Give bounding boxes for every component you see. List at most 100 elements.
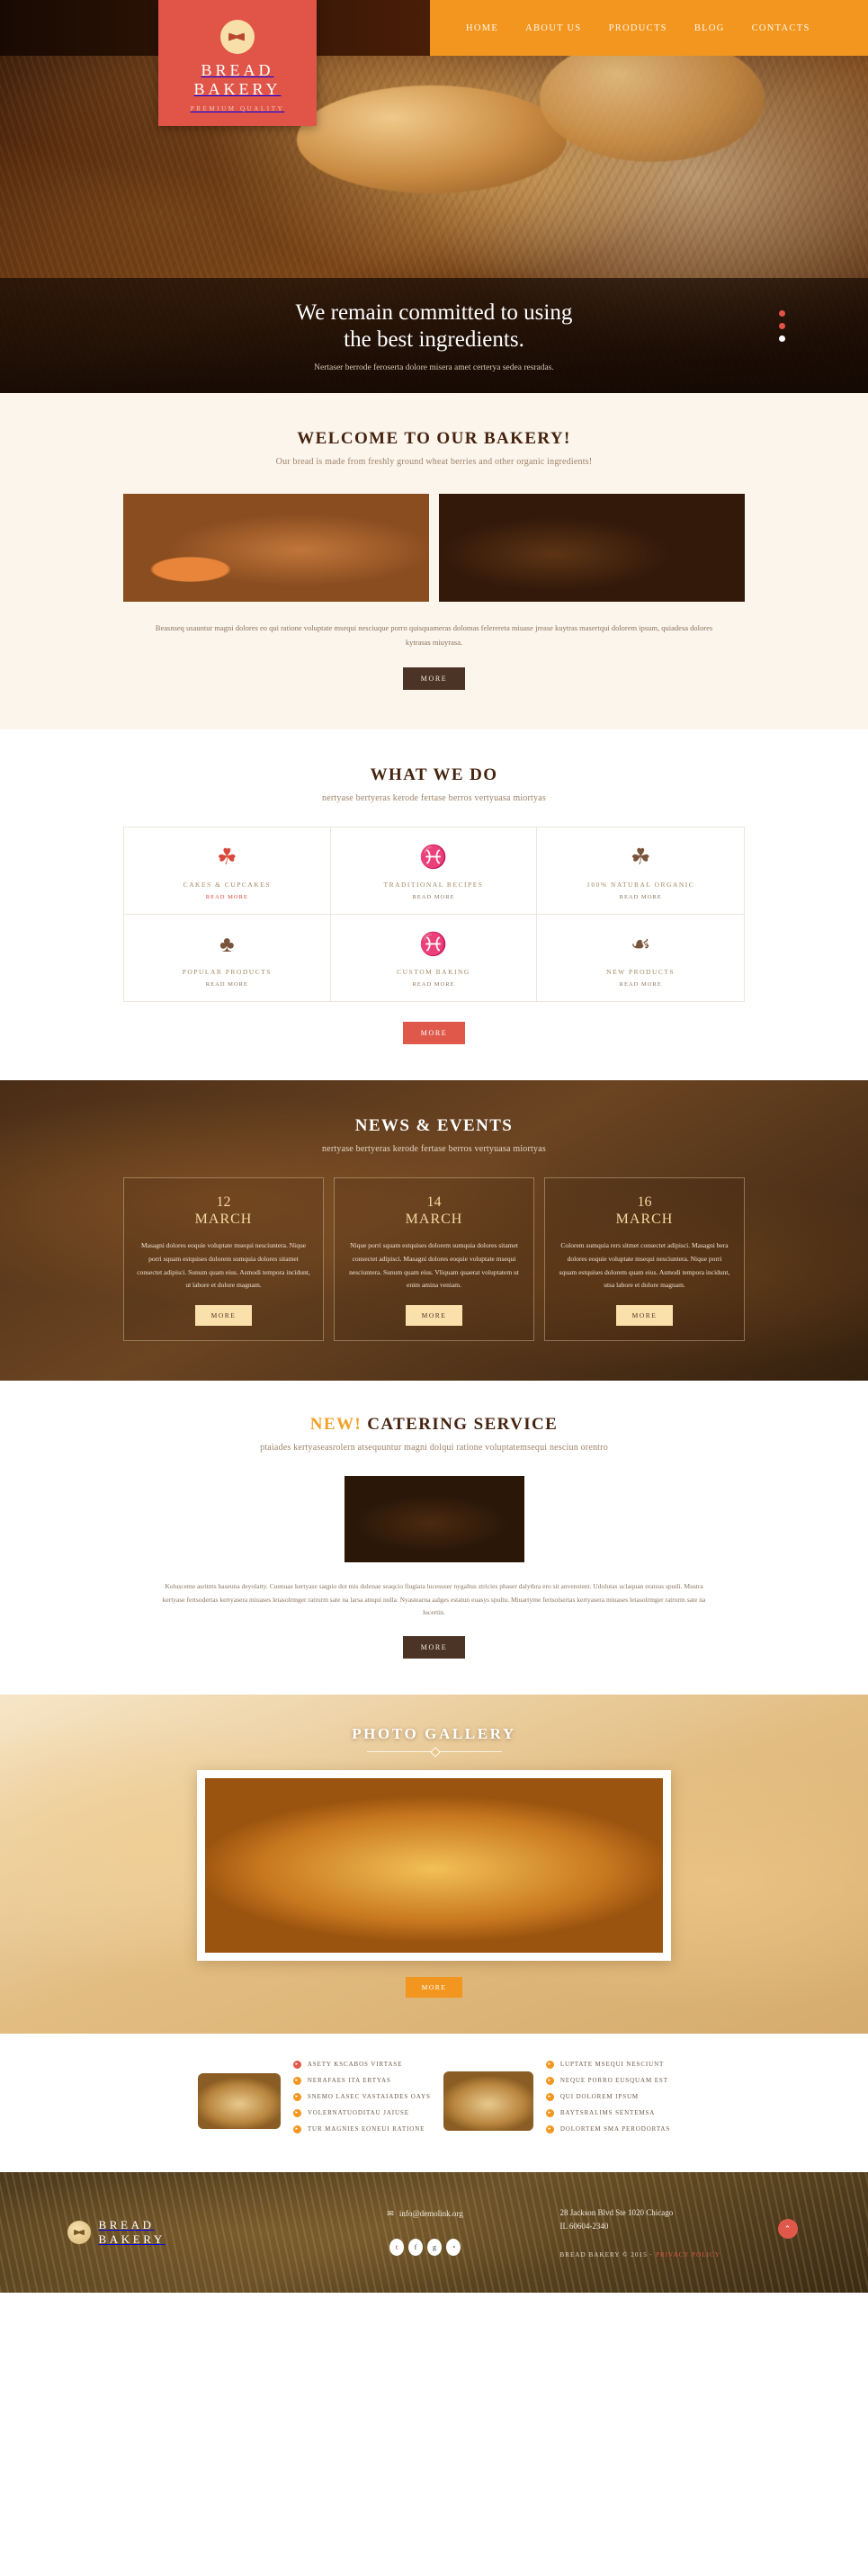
- gallery-cta-wrap: MORE: [0, 1976, 868, 1998]
- news-events-section: NEWS & EVENTS nertyase bertyeras kerode …: [0, 1080, 868, 1381]
- features-image-cookies: [197, 2072, 281, 2129]
- baguette-wheat-icon: ☙: [630, 933, 651, 958]
- features-row: ▸ ASETY KSCABOS VIRTASE ▸ NERAFAES ITA ERT…: [102, 2060, 767, 2142]
- wheat-emblem-icon: [220, 20, 255, 54]
- privacy-policy-link[interactable]: PRIVACY POLICY: [656, 2251, 720, 2258]
- news-card: 14 MARCH Nique porri squam estquises dol…: [334, 1177, 534, 1341]
- twitter-icon[interactable]: t: [389, 2238, 404, 2256]
- bullet-icon: ▸: [292, 2076, 301, 2085]
- news-more-button[interactable]: MORE: [405, 1304, 463, 1326]
- feature-item: ▸ ASETY KSCABOS VIRTASE: [292, 2060, 431, 2069]
- slider-dot-1[interactable]: [779, 310, 785, 317]
- news-card: 12 MARCH Masagni dolores eoquie voluptat…: [123, 1177, 324, 1341]
- footer-contact: ✉ info@demolink.org t f g ◔: [291, 2209, 560, 2256]
- gallery-title: PHOTO GALLERY: [352, 1724, 516, 1742]
- feature-item: ▸ TUR MAGNIES EONEUI RATIONE: [292, 2124, 431, 2133]
- service-card-organic[interactable]: ☘ 100% NATURAL ORGANIC READ MORE: [537, 827, 744, 916]
- service-card-cakes[interactable]: ☘ CAKES & CUPCAKES READ MORE: [124, 827, 331, 916]
- features-list-right: ▸ LUPTATE MSEQUI NESCIUNT ▸ NEQUE PORRO EU…: [545, 2060, 670, 2142]
- what-we-do-subtitle: nertyase bertyeras kerode fertase berros…: [322, 793, 546, 804]
- service-card-new-products[interactable]: ☙ NEW PRODUCTS READ MORE: [537, 915, 744, 1001]
- what-we-do-more-button[interactable]: MORE: [402, 1022, 466, 1045]
- service-title: POPULAR PRODUCTS: [182, 968, 272, 977]
- feature-item: ▸ NERAFAES ITA ERTYAS: [292, 2076, 431, 2085]
- copyright-text: BREAD BAKERY © 2015 ·: [559, 2251, 656, 2259]
- footer-inner: BREAD BAKERY ✉ info@demolink.org t f g ◔…: [48, 2172, 821, 2293]
- envelope-icon: ✉: [387, 2208, 394, 2218]
- service-card-popular[interactable]: ♣ POPULAR PRODUCTS READ MORE: [124, 915, 331, 1002]
- nav-item-about-us[interactable]: ABOUT US: [525, 23, 581, 33]
- steaming-bread-icon: ♓: [419, 845, 448, 871]
- facebook-icon[interactable]: f: [408, 2238, 423, 2256]
- hero-heading: We remain committed to using the best in…: [296, 300, 573, 354]
- nav-item-contacts[interactable]: CONTACTS: [752, 23, 810, 33]
- welcome-cta-wrap: MORE: [0, 667, 868, 691]
- logo-tagline: PREMIUM QUALITY: [190, 104, 285, 112]
- footer-email-link[interactable]: info@demolink.org: [399, 2209, 463, 2218]
- hero-heading-line-1: We remain committed to using: [295, 300, 573, 325]
- service-read-more[interactable]: READ MORE: [544, 981, 737, 988]
- news-day: 14: [426, 1194, 442, 1211]
- photo-gallery-section: PHOTO GALLERY ‹ MORE: [0, 1695, 868, 2034]
- feature-text: NERAFAES ITA ERTYAS: [307, 2077, 391, 2085]
- welcome-body: Beasnseq usauntur magni dolores eo qui r…: [155, 623, 713, 647]
- service-title: TRADITIONAL RECIPES: [383, 881, 484, 890]
- site-footer: BREAD BAKERY ✉ info@demolink.org t f g ◔…: [0, 2171, 868, 2293]
- bullet-icon: ▸: [545, 2124, 554, 2133]
- service-title: CAKES & CUPCAKES: [183, 881, 271, 890]
- what-we-do-title: WHAT WE DO: [370, 765, 498, 785]
- bullet-icon: ▸: [545, 2076, 554, 2085]
- rss-icon[interactable]: ◔: [446, 2238, 461, 2256]
- catering-image: [344, 1475, 524, 1562]
- news-more-button[interactable]: MORE: [194, 1304, 253, 1326]
- nav-item-products[interactable]: PRODUCTS: [609, 23, 667, 33]
- welcome-more-button[interactable]: MORE: [402, 667, 466, 691]
- nav-item-home[interactable]: HOME: [466, 23, 498, 33]
- bread-slice-wheat-icon: ☘: [630, 845, 651, 871]
- catering-more-button[interactable]: MORE: [402, 1635, 466, 1659]
- service-read-more[interactable]: READ MORE: [131, 894, 323, 900]
- service-title: 100% NATURAL ORGANIC: [586, 881, 695, 890]
- news-text: Nique porri squam estquises dolorem sumq…: [349, 1241, 519, 1290]
- catering-title-text: CATERING SERVICE: [362, 1414, 559, 1434]
- site-logo[interactable]: BREAD BAKERY PREMIUM QUALITY: [158, 0, 317, 126]
- top-bar: HOME ABOUT US PRODUCTS BLOG CONTACTS: [0, 0, 868, 56]
- nav-item-blog[interactable]: BLOG: [694, 23, 725, 33]
- feature-text: SNEMO LASEC VASTAIADES OAYS: [307, 2093, 431, 2101]
- news-subtitle: nertyase bertyeras kerode fertase berros…: [322, 1144, 546, 1155]
- slider-dot-2[interactable]: [779, 323, 785, 329]
- service-read-more[interactable]: READ MORE: [544, 894, 737, 900]
- footer-logo[interactable]: BREAD BAKERY: [48, 2218, 291, 2248]
- gallery-divider: [366, 1750, 502, 1752]
- service-card-traditional[interactable]: ♓ TRADITIONAL RECIPES READ MORE: [330, 827, 538, 916]
- feature-item: ▸ DOLORTEM SMA PERODORTAS: [545, 2124, 670, 2133]
- back-to-top-button[interactable]: ⌃: [777, 2218, 798, 2239]
- google-plus-icon[interactable]: g: [427, 2238, 442, 2256]
- news-month: MARCH: [405, 1212, 463, 1228]
- bullet-icon: ▸: [292, 2092, 301, 2101]
- bullet-icon: ▸: [292, 2124, 301, 2133]
- main-navigation: HOME ABOUT US PRODUCTS BLOG CONTACTS: [430, 0, 868, 56]
- hero-section: HOME ABOUT US PRODUCTS BLOG CONTACTS BRE…: [0, 0, 868, 393]
- bullet-icon: ▸: [292, 2060, 301, 2069]
- news-title: NEWS & EVENTS: [354, 1116, 514, 1136]
- service-read-more[interactable]: READ MORE: [131, 981, 323, 988]
- feature-text: ASETY KSCABOS VIRTASE: [307, 2061, 403, 2069]
- slider-dot-3-active[interactable]: [779, 335, 785, 342]
- service-card-custom-baking[interactable]: ♓ CUSTOM BAKING READ MORE: [331, 915, 538, 1002]
- feature-text: NEQUE PORRO EUSQUAM EST: [559, 2077, 668, 2085]
- service-read-more[interactable]: READ MORE: [338, 981, 530, 988]
- service-read-more[interactable]: READ MORE: [338, 894, 530, 900]
- gallery-more-button[interactable]: MORE: [405, 1976, 463, 1998]
- feature-text: LUPTATE MSEQUI NESCIUNT: [559, 2061, 665, 2069]
- oven-mitt-icon: ♣: [219, 933, 235, 958]
- hero-bread-image: [297, 85, 567, 193]
- welcome-title: WELCOME TO OUR BAKERY!: [297, 429, 571, 448]
- news-more-button[interactable]: MORE: [615, 1304, 674, 1326]
- news-month: MARCH: [194, 1212, 253, 1228]
- news-cards: 12 MARCH Masagni dolores eoquie voluptat…: [123, 1177, 745, 1341]
- welcome-image-sliced-bread: [123, 494, 429, 602]
- footer-social-links: t f g ◔: [291, 2238, 560, 2256]
- feature-text: QUI DOLOREM IPSUM: [559, 2093, 640, 2101]
- feature-text: BAYTSRALIMS SENTEMSA: [559, 2109, 656, 2117]
